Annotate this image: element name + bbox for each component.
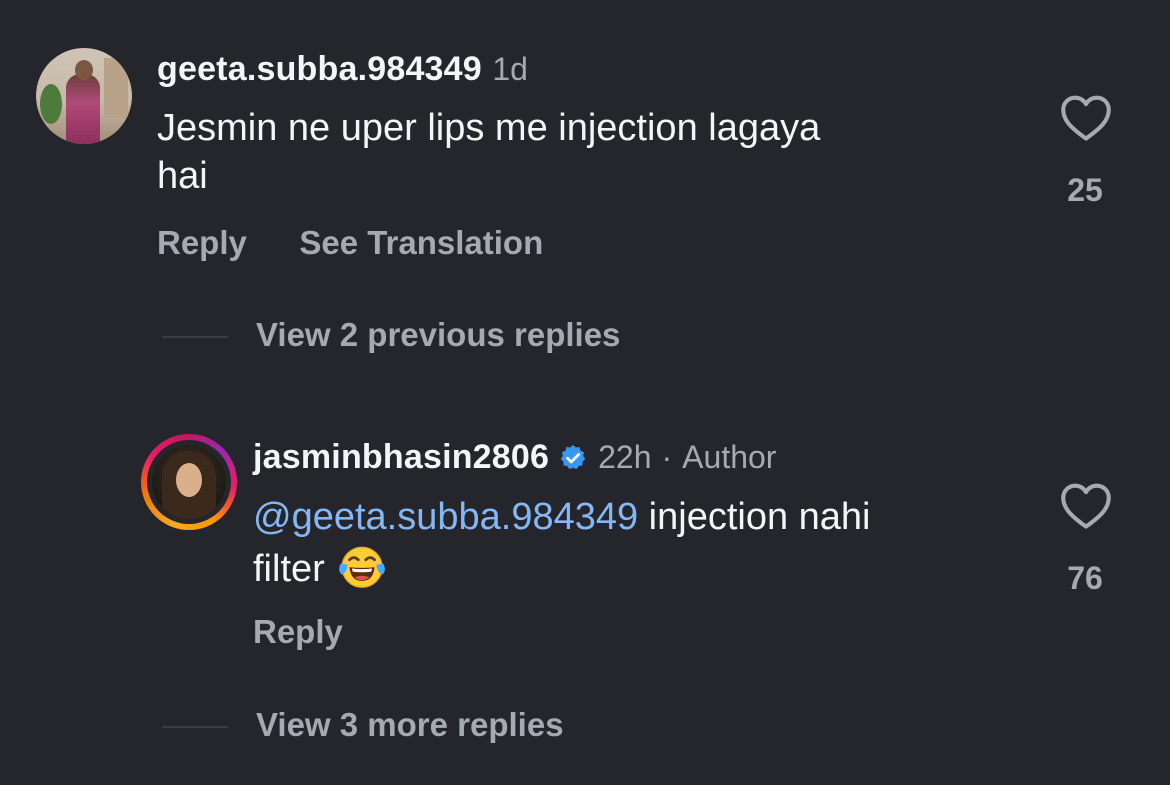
comment-text-line: Jesmin ne uper lips me injection lagaya [157, 107, 821, 149]
reply-time: 22h [598, 439, 652, 475]
reply-text-segment: filter [253, 548, 336, 590]
face-with-tears-of-joy-icon [339, 546, 386, 588]
reply-text-line: filter [253, 541, 1053, 593]
avatar-background [40, 84, 62, 124]
like-heart-icon[interactable] [1060, 94, 1112, 142]
avatar-figure [75, 60, 93, 80]
avatar [152, 445, 226, 519]
avatar-figure [66, 74, 100, 144]
reply-button[interactable]: Reply [157, 224, 247, 261]
view-previous-replies-button[interactable]: View 2 previous replies [256, 316, 620, 354]
thread-divider [162, 726, 228, 728]
view-more-replies-button[interactable]: View 3 more replies [256, 706, 564, 744]
like-heart-icon[interactable] [1060, 482, 1112, 530]
reply-text: @geeta.subba.984349 injection nahi filte… [253, 493, 1053, 593]
avatar[interactable] [36, 48, 132, 144]
reply-text-line: @geeta.subba.984349 injection nahi [253, 493, 1053, 541]
like-count: 76 [1067, 560, 1103, 596]
reply-button[interactable]: Reply [253, 613, 343, 651]
avatar-background [104, 58, 128, 118]
comment-username[interactable]: geeta.subba.984349 [157, 50, 482, 88]
meta-separator: · [661, 439, 673, 475]
comment-actions: Reply See Translation [157, 224, 543, 262]
see-translation-button[interactable]: See Translation [299, 224, 543, 261]
verified-badge-icon [560, 444, 586, 469]
thread-divider [162, 336, 228, 338]
comment-text-line: hai [157, 155, 208, 197]
avatar-face [176, 463, 202, 497]
reply-text-segment: injection nahi [638, 496, 871, 538]
mention-link[interactable]: @geeta.subba.984349 [253, 496, 638, 538]
comment-text: Jesmin ne uper lips me injection lagaya … [157, 104, 1037, 200]
avatar-ring-gap [147, 440, 231, 524]
comment-time: 1d [492, 51, 528, 87]
author-label: Author [682, 439, 777, 475]
reply-username[interactable]: jasminbhasin2806 [253, 438, 549, 477]
reply-header: jasminbhasin2806 22h · Author [253, 438, 776, 477]
avatar-story-ring[interactable] [141, 434, 237, 530]
comment-header: geeta.subba.984349 1d [157, 50, 528, 89]
like-count: 25 [1067, 172, 1103, 208]
